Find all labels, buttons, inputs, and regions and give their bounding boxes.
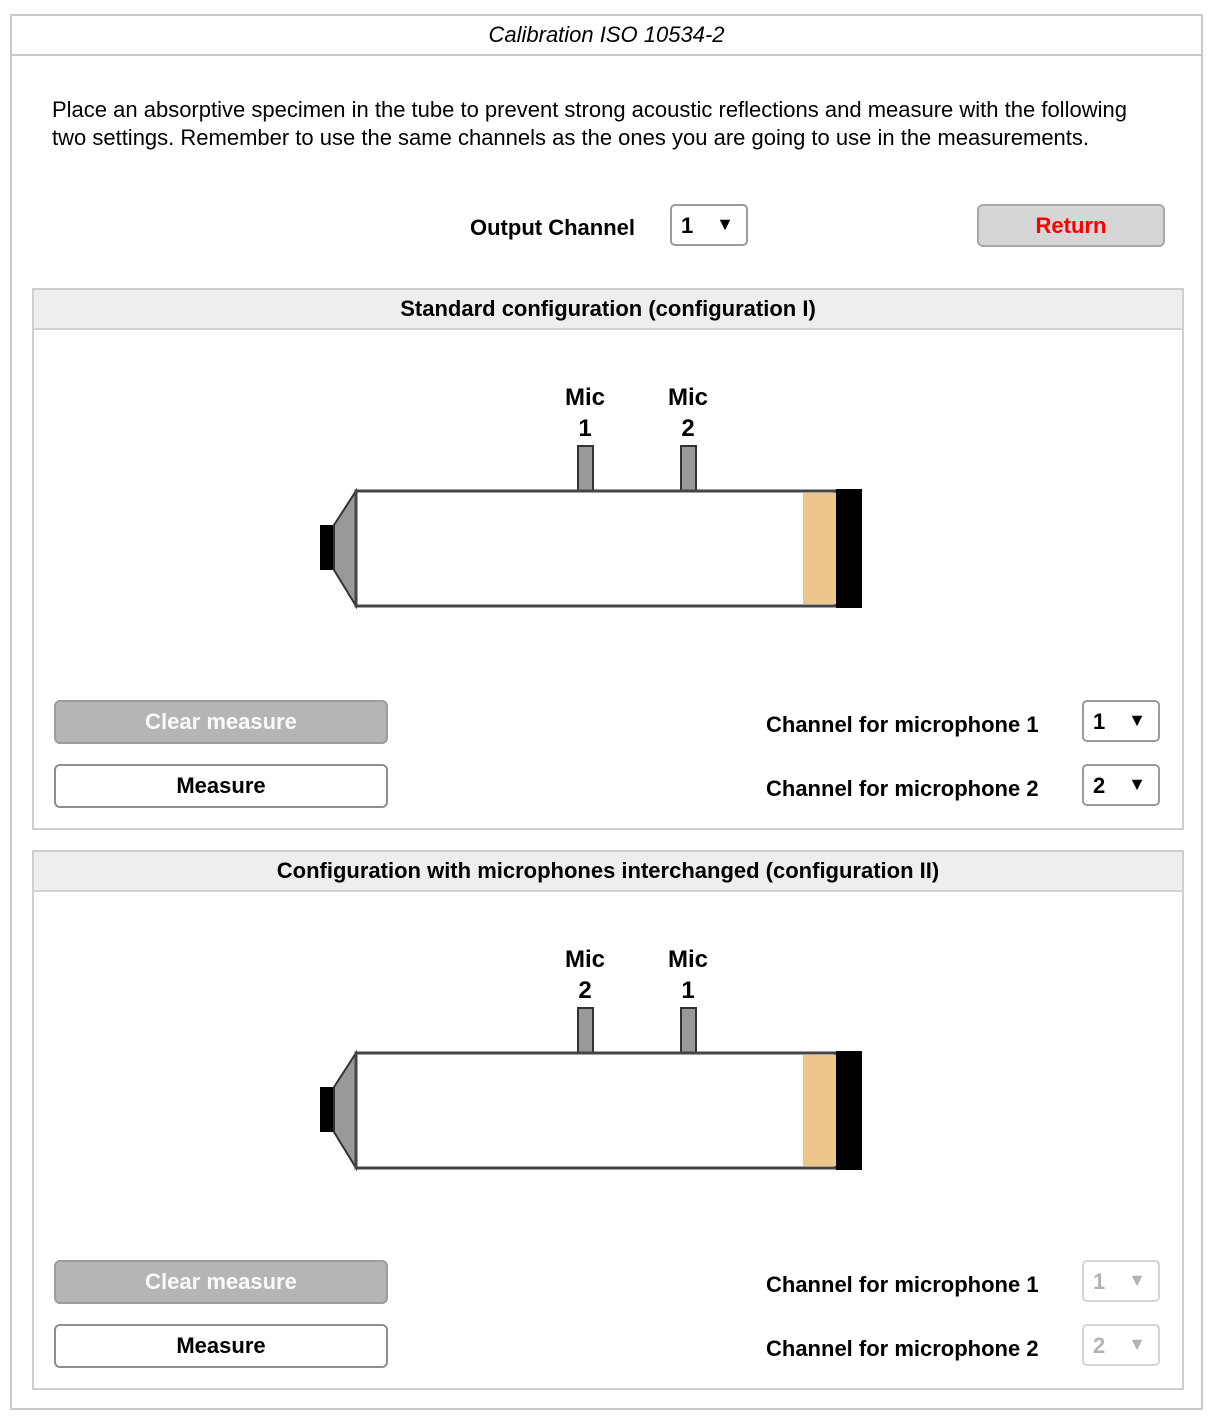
- mic1-channel-value: 1: [1093, 709, 1106, 734]
- microphone-left-icon: [577, 1007, 594, 1054]
- chevron-down-icon: ▼: [1128, 1334, 1146, 1354]
- mic1-channel-select[interactable]: 1 ▼: [1082, 700, 1160, 742]
- tube-diagram: Mic 2 Mic 1: [320, 946, 862, 1172]
- speaker-cone-icon: [333, 487, 357, 610]
- mic-left-word: Mic: [565, 384, 605, 411]
- specimen-icon: [803, 493, 836, 604]
- config-2-panel: Configuration with microphones interchan…: [32, 850, 1184, 1390]
- chevron-down-icon: ▼: [716, 214, 734, 234]
- output-channel-select[interactable]: 1 ▼: [670, 204, 748, 246]
- mic1-channel-label: Channel for microphone 1: [766, 1272, 1039, 1297]
- microphone-right-icon: [680, 1007, 697, 1054]
- output-channel-label: Output Channel: [470, 215, 635, 240]
- mic2-channel-value: 2: [1093, 1333, 1106, 1358]
- config-1-title: Standard configuration (configuration I): [34, 290, 1182, 330]
- speaker-magnet-icon: [320, 525, 334, 570]
- instructions-text: Place an absorptive specimen in the tube…: [52, 97, 1127, 150]
- backing-plate-icon: [836, 489, 862, 608]
- speaker-magnet-icon: [320, 1087, 334, 1132]
- mic-left-word: Mic: [565, 946, 605, 973]
- chevron-down-icon: ▼: [1128, 1270, 1146, 1290]
- mic2-channel-select: 2 ▼: [1082, 1324, 1160, 1366]
- mic-left-number: 2: [578, 977, 591, 1004]
- clear-measure-button[interactable]: Clear measure: [54, 700, 388, 744]
- mic-left-number: 1: [578, 415, 591, 442]
- mic1-channel-select: 1 ▼: [1082, 1260, 1160, 1302]
- return-button[interactable]: Return: [977, 204, 1165, 247]
- config-1-panel: Standard configuration (configuration I)…: [32, 288, 1184, 830]
- mic1-channel-label: Channel for microphone 1: [766, 712, 1039, 737]
- speaker-cone-icon: [333, 1049, 357, 1172]
- mic2-channel-value: 2: [1093, 773, 1106, 798]
- tube-icon: [354, 489, 838, 608]
- backing-plate-icon: [836, 1051, 862, 1170]
- microphone-right-icon: [680, 445, 697, 492]
- mic2-channel-label: Channel for microphone 2: [766, 1336, 1039, 1361]
- specimen-icon: [803, 1055, 836, 1166]
- mic-right-word: Mic: [668, 384, 708, 411]
- clear-measure-button[interactable]: Clear measure: [54, 1260, 388, 1304]
- config-2-title: Configuration with microphones interchan…: [34, 852, 1182, 892]
- output-channel-value: 1: [681, 213, 694, 238]
- mic-right-number: 2: [681, 415, 694, 442]
- mic-right-word: Mic: [668, 946, 708, 973]
- mic2-channel-label: Channel for microphone 2: [766, 776, 1039, 801]
- microphone-left-icon: [577, 445, 594, 492]
- mic-right-number: 1: [681, 977, 694, 1004]
- window-title: Calibration ISO 10534-2: [12, 16, 1201, 56]
- measure-button[interactable]: Measure: [54, 1324, 388, 1368]
- tube-icon: [354, 1051, 838, 1170]
- measure-button[interactable]: Measure: [54, 764, 388, 808]
- chevron-down-icon: ▼: [1128, 774, 1146, 794]
- mic1-channel-value: 1: [1093, 1269, 1106, 1294]
- tube-diagram: Mic 1 Mic 2: [320, 384, 862, 610]
- mic2-channel-select[interactable]: 2 ▼: [1082, 764, 1160, 806]
- calibration-window: Calibration ISO 10534-2 Place an absorpt…: [10, 14, 1203, 1410]
- chevron-down-icon: ▼: [1128, 710, 1146, 730]
